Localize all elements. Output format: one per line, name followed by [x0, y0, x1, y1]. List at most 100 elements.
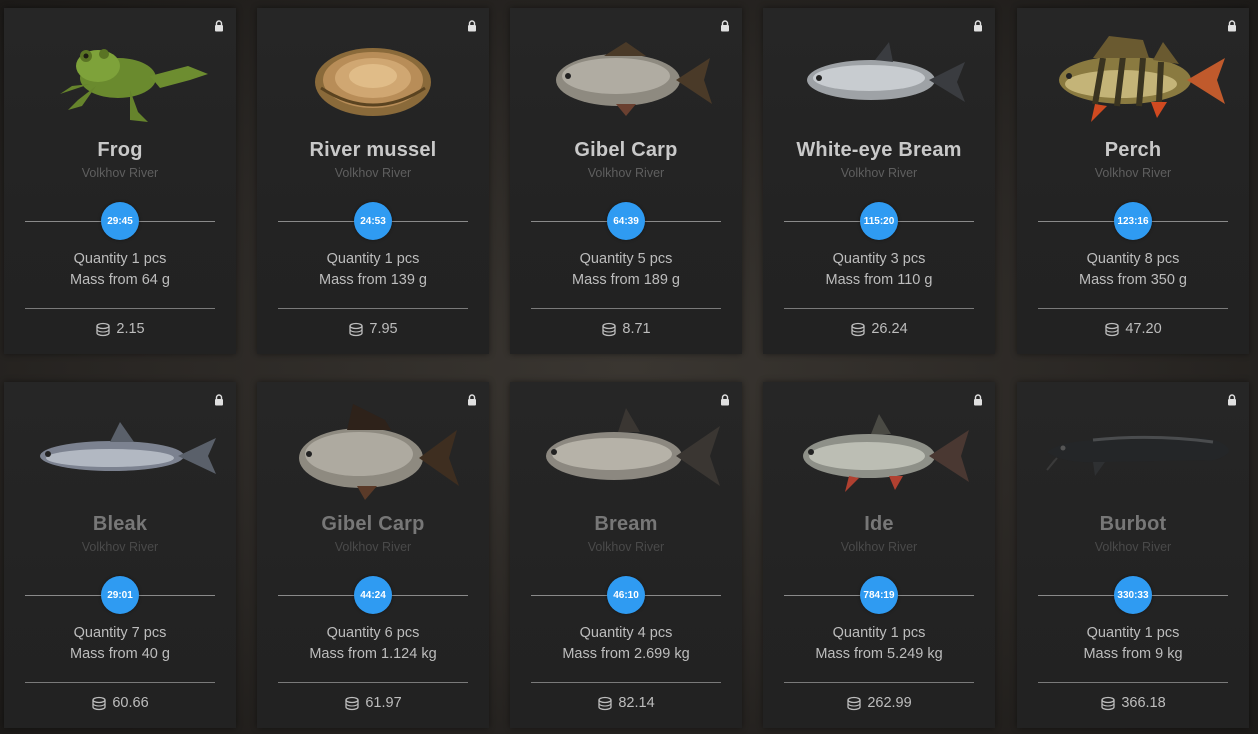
- card-location: Volkhov River: [334, 166, 412, 180]
- quantity-text: Quantity 4 pcs: [579, 625, 673, 641]
- divider: [278, 682, 468, 683]
- card-location: Volkhov River: [81, 166, 159, 180]
- quantity-text: Quantity 1 pcs: [73, 251, 167, 267]
- divider: [25, 308, 215, 309]
- card-title: River mussel: [309, 139, 437, 161]
- price-value: 61.97: [365, 695, 402, 711]
- bream-image: [546, 408, 720, 486]
- card-title: Burbot: [1099, 513, 1167, 535]
- card-bleak[interactable]: Bleak Volkhov River 29:01 Quantity 7 pcs…: [4, 382, 236, 728]
- timer-badge: 784:19: [860, 576, 898, 614]
- coin-stack-icon: [851, 322, 865, 336]
- card-ide[interactable]: Ide Volkhov River 784:19 Quantity 1 pcs …: [763, 382, 995, 728]
- divider: [531, 308, 721, 309]
- quantity-text: Quantity 1 pcs: [1086, 625, 1180, 641]
- price-value: 47.20: [1125, 321, 1162, 337]
- quantity-text: Quantity 7 pcs: [73, 625, 167, 641]
- card-white-eye-bream[interactable]: White-eye Bream Volkhov River 115:20 Qua…: [763, 8, 995, 354]
- bleak-image: [40, 422, 216, 474]
- card-river-mussel[interactable]: River mussel Volkhov River 24:53 Quantit…: [257, 8, 489, 354]
- mass-text: Mass from 40 g: [70, 646, 170, 662]
- timer-badge: 123:16: [1114, 202, 1152, 240]
- card-perch[interactable]: Perch Volkhov River 123:16 Quantity 8 pc…: [1017, 8, 1249, 354]
- price-value: 366.18: [1121, 695, 1166, 711]
- divider: [1038, 308, 1228, 309]
- quantity-text: Quantity 5 pcs: [579, 251, 673, 267]
- card-bream[interactable]: Bream Volkhov River 46:10 Quantity 4 pcs…: [510, 382, 742, 728]
- gibel-carp-image: [299, 404, 459, 500]
- card-title: White-eye Bream: [796, 139, 962, 161]
- quantity-text: Quantity 1 pcs: [326, 251, 420, 267]
- mass-text: Mass from 64 g: [70, 272, 170, 288]
- mass-text: Mass from 5.249 kg: [815, 646, 943, 662]
- reward-price: 47.20: [1017, 321, 1249, 337]
- card-location: Volkhov River: [1094, 540, 1172, 554]
- price-value: 60.66: [112, 695, 149, 711]
- timer-badge: 29:45: [101, 202, 139, 240]
- card-title: Ide: [864, 513, 894, 535]
- mass-text: Mass from 189 g: [572, 272, 680, 288]
- reward-price: 366.18: [1017, 695, 1249, 711]
- card-title: Perch: [1104, 139, 1162, 161]
- perch-image: [1059, 36, 1225, 122]
- divider: [531, 682, 721, 683]
- price-value: 2.15: [116, 321, 145, 337]
- card-title: Bream: [594, 513, 658, 535]
- card-frog[interactable]: Frog Volkhov River 29:45 Quantity 1 pcs …: [4, 8, 236, 354]
- white-eye-bream-image: [807, 42, 965, 102]
- card-location: Volkhov River: [840, 540, 918, 554]
- quantity-text: Quantity 1 pcs: [832, 625, 926, 641]
- mass-text: Mass from 2.699 kg: [562, 646, 690, 662]
- timer-badge: 29:01: [101, 576, 139, 614]
- quantity-text: Quantity 8 pcs: [1086, 251, 1180, 267]
- timer-badge: 44:24: [354, 576, 392, 614]
- card-gibel-carp[interactable]: Gibel Carp Volkhov River 64:39 Quantity …: [510, 8, 742, 354]
- coin-stack-icon: [602, 322, 617, 336]
- mass-text: Mass from 110 g: [825, 272, 933, 288]
- price-value: 262.99: [867, 695, 912, 711]
- timer-badge: 115:20: [860, 202, 898, 240]
- reward-price: 26.24: [763, 321, 995, 337]
- price-value: 26.24: [871, 321, 908, 337]
- coin-stack-icon: [1101, 696, 1115, 710]
- card-location: Volkhov River: [840, 166, 918, 180]
- mass-text: Mass from 9 kg: [1083, 646, 1183, 662]
- mussel-image: [315, 48, 431, 116]
- gibel-carp-image: [556, 42, 712, 116]
- card-location: Volkhov River: [81, 540, 159, 554]
- reward-price: 2.15: [4, 321, 236, 337]
- timer-badge: 46:10: [607, 576, 645, 614]
- coin-stack-icon: [847, 696, 861, 710]
- reward-price: 8.71: [510, 321, 742, 337]
- ide-image: [803, 414, 969, 492]
- timer-badge: 330:33: [1114, 576, 1152, 614]
- timer-badge: 64:39: [607, 202, 645, 240]
- quest-card-grid: Frog Volkhov River 29:45 Quantity 1 pcs …: [0, 0, 1258, 734]
- coin-stack-icon: [96, 322, 111, 336]
- divider: [25, 682, 215, 683]
- reward-price: 61.97: [257, 695, 489, 711]
- card-burbot[interactable]: Burbot Volkhov River 330:33 Quantity 1 p…: [1017, 382, 1249, 728]
- card-title: Frog: [97, 139, 143, 161]
- reward-price: 82.14: [510, 695, 742, 711]
- card-title: Gibel Carp: [321, 513, 425, 535]
- price-value: 82.14: [618, 695, 655, 711]
- divider: [784, 308, 974, 309]
- card-title: Bleak: [92, 513, 148, 535]
- coin-stack-icon: [598, 696, 612, 710]
- card-gibel-carp-2[interactable]: Gibel Carp Volkhov River 44:24 Quantity …: [257, 382, 489, 728]
- card-title: Gibel Carp: [574, 139, 678, 161]
- card-location: Volkhov River: [587, 540, 665, 554]
- coin-stack-icon: [345, 696, 359, 710]
- reward-price: 60.66: [4, 695, 236, 711]
- coin-stack-icon: [349, 322, 364, 336]
- reward-price: 262.99: [763, 695, 995, 711]
- timer-badge: 24:53: [354, 202, 392, 240]
- divider: [1038, 682, 1228, 683]
- divider: [278, 308, 468, 309]
- quantity-text: Quantity 3 pcs: [832, 251, 926, 267]
- card-location: Volkhov River: [1094, 166, 1172, 180]
- card-location: Volkhov River: [334, 540, 412, 554]
- mass-text: Mass from 350 g: [1079, 272, 1187, 288]
- coin-stack-icon: [92, 696, 106, 710]
